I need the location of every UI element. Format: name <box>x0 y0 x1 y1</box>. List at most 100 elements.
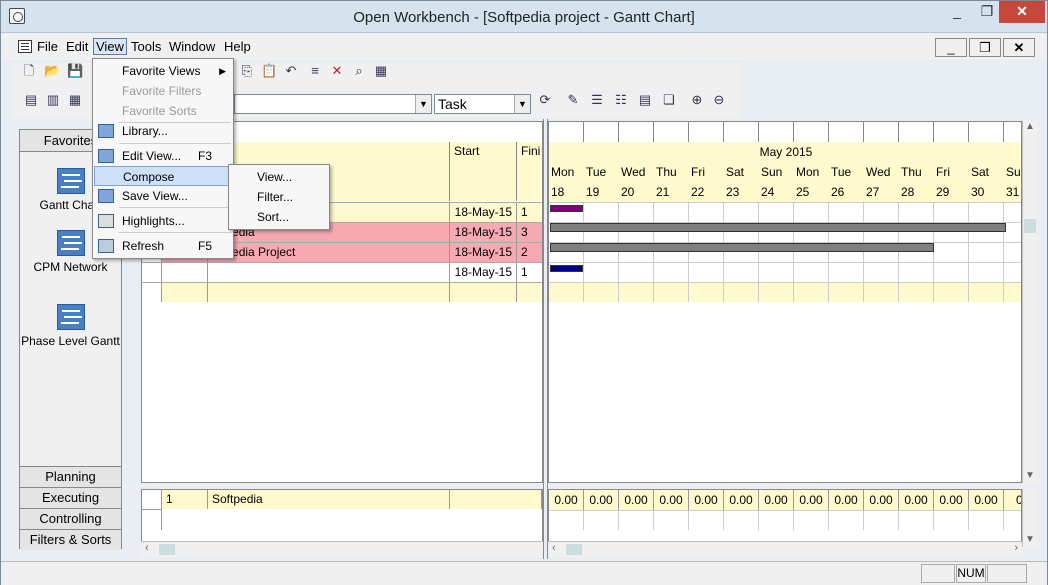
menu-window[interactable]: Window <box>169 39 215 54</box>
summary-value-cell[interactable]: 0.00 <box>794 490 829 510</box>
outline-icon[interactable]: ☷ <box>613 92 629 108</box>
summary-name[interactable]: Softpedia <box>208 490 450 509</box>
gantt-bar-task[interactable] <box>550 265 583 272</box>
summary-value-cell[interactable]: 0.00 <box>934 490 969 510</box>
menu-help[interactable]: Help <box>224 39 251 54</box>
menu-item-compose[interactable]: Compose <box>94 166 232 186</box>
cell-start[interactable]: 18-May-15 <box>450 243 517 262</box>
summary-value-cell[interactable]: 0.00 <box>619 490 654 510</box>
mdi-minimize-button[interactable]: _ <box>935 38 967 57</box>
summary-value-cell[interactable]: 0.00 <box>759 490 794 510</box>
delete-icon[interactable]: ✕ <box>329 63 345 79</box>
summary-value-cell[interactable]: 0.00 <box>864 490 899 510</box>
sidebar-tab-executing[interactable]: Executing <box>20 487 121 508</box>
zoom-in-icon[interactable]: ⊕ <box>689 92 705 108</box>
submenu-item-view[interactable]: View... <box>257 170 292 184</box>
submenu-item-sort[interactable]: Sort... <box>257 210 289 224</box>
menu-view[interactable]: View <box>93 38 127 55</box>
gantt-bar-project[interactable] <box>550 243 934 252</box>
cell-start[interactable]: 18-May-15 <box>450 223 517 242</box>
summary-value-cell[interactable]: 0.00 <box>654 490 689 510</box>
submenu-item-filter[interactable]: Filter... <box>257 190 293 204</box>
cell-finish[interactable] <box>517 283 542 302</box>
save-icon[interactable]: 💾 <box>67 63 83 79</box>
scroll-thumb[interactable] <box>159 544 175 555</box>
refresh-view-icon[interactable]: ⟳ <box>537 92 553 108</box>
columns-icon[interactable]: ▤ <box>637 92 653 108</box>
cell-start[interactable]: 18-May-15 <box>450 263 517 282</box>
cell-name[interactable] <box>208 263 450 282</box>
sidebar-item-phase[interactable]: Phase Level Gantt <box>20 304 121 348</box>
network-icon[interactable]: ▤ <box>23 92 39 108</box>
menu-item-save-view[interactable]: Save View... <box>94 186 232 206</box>
summary-value-cell[interactable]: 0.00 <box>724 490 759 510</box>
scroll-left-icon[interactable]: ‹ <box>145 542 149 554</box>
outdent-icon[interactable]: ≡ <box>307 63 323 79</box>
mdi-close-button[interactable]: ✕ <box>1003 38 1035 57</box>
view-combo[interactable]: ▼ <box>234 94 432 114</box>
table-row[interactable]: 18-May-15 1 <box>142 262 542 282</box>
sidebar-tab-filters[interactable]: Filters & Sorts <box>20 529 121 550</box>
summary-value-cell[interactable]: 0.00 <box>689 490 724 510</box>
menu-item-library[interactable]: Library... <box>94 121 232 141</box>
new-icon[interactable]: 🗋 <box>21 63 37 79</box>
column-header-start[interactable]: Start <box>450 142 517 201</box>
scroll-right-icon[interactable]: › <box>1014 542 1018 554</box>
table-icon[interactable]: ▥ <box>45 92 61 108</box>
cell-finish[interactable]: 3 <box>517 223 542 242</box>
cell-finish[interactable]: 1 <box>517 263 542 282</box>
type-combo[interactable]: Task ▼ <box>434 94 531 114</box>
summary-id[interactable]: 1 <box>162 490 208 509</box>
menu-item-edit-view[interactable]: Edit View... F3 <box>94 146 232 166</box>
menu-tools[interactable]: Tools <box>131 39 161 54</box>
menu-edit[interactable]: Edit <box>66 39 88 54</box>
cell-finish[interactable]: 1 <box>517 203 542 222</box>
sidebar-tab-controlling[interactable]: Controlling <box>20 508 121 529</box>
grid-horizontal-scrollbar[interactable]: ‹ <box>141 541 543 557</box>
cell-name[interactable]: oftpedia Project <box>208 243 450 262</box>
menu-file[interactable]: File <box>37 39 58 54</box>
scroll-down-icon[interactable]: ▼ <box>1023 534 1037 545</box>
grid-icon[interactable]: ▦ <box>373 63 389 79</box>
vertical-scrollbar[interactable]: ▲ ▼ <box>1022 121 1037 483</box>
layers-icon[interactable]: ❏ <box>661 92 677 108</box>
summary-value-cell[interactable]: 0.00 <box>584 490 619 510</box>
summary-value-cell[interactable]: 0.00 <box>899 490 934 510</box>
scroll-left-icon[interactable]: ‹ <box>552 542 556 554</box>
menu-item-favorite-views[interactable]: Favorite Views ▶ <box>94 61 232 81</box>
copy-icon[interactable]: ⎘ <box>239 63 255 79</box>
summary-value-cell[interactable]: 0.00 <box>969 490 1004 510</box>
chart-icon[interactable]: ▦ <box>67 92 83 108</box>
undo-icon[interactable]: ↶ <box>283 63 299 79</box>
document-icon[interactable] <box>18 40 32 53</box>
gantt-bar-softpedia[interactable] <box>550 223 1006 232</box>
scroll-up-icon[interactable]: ▲ <box>1023 121 1037 132</box>
scroll-thumb[interactable] <box>1024 219 1036 233</box>
scroll-thumb[interactable] <box>566 544 582 555</box>
cell-start[interactable] <box>450 283 517 302</box>
close-button[interactable]: ✕ <box>999 1 1045 23</box>
cell-finish[interactable]: 2 <box>517 243 542 262</box>
cell-name[interactable] <box>208 283 450 302</box>
gantt-horizontal-scrollbar[interactable]: ‹ › <box>548 541 1022 557</box>
open-icon[interactable]: 📂 <box>44 63 60 79</box>
paste-icon[interactable]: 📋 <box>261 63 277 79</box>
column-header-finish[interactable]: Fini <box>517 142 542 201</box>
indent-icon[interactable]: ☰ <box>589 92 605 108</box>
minimize-button[interactable]: _ <box>941 1 973 23</box>
find-icon[interactable]: ⌕ <box>351 63 367 79</box>
menu-item-refresh[interactable]: Refresh F5 <box>94 236 232 256</box>
cell-start[interactable]: 18-May-15 <box>450 203 517 222</box>
gantt-bar-milestone[interactable] <box>550 205 583 212</box>
summary-value-cell[interactable]: 0.00 <box>549 490 584 510</box>
menu-item-highlights[interactable]: Highlights... <box>94 211 232 231</box>
edit-icon[interactable]: ✎ <box>565 92 581 108</box>
sidebar-tab-planning[interactable]: Planning <box>20 466 121 487</box>
summary-value-cell[interactable]: 0.00 <box>829 490 864 510</box>
summary-value-cell[interactable]: 0. <box>1004 490 1021 510</box>
summary-vertical-scrollbar[interactable]: ▼ <box>1022 489 1037 547</box>
mdi-restore-button[interactable]: ❐ <box>969 38 1001 57</box>
scroll-down-icon[interactable]: ▼ <box>1023 470 1037 481</box>
table-row[interactable] <box>142 282 542 302</box>
zoom-out-icon[interactable]: ⊖ <box>711 92 727 108</box>
